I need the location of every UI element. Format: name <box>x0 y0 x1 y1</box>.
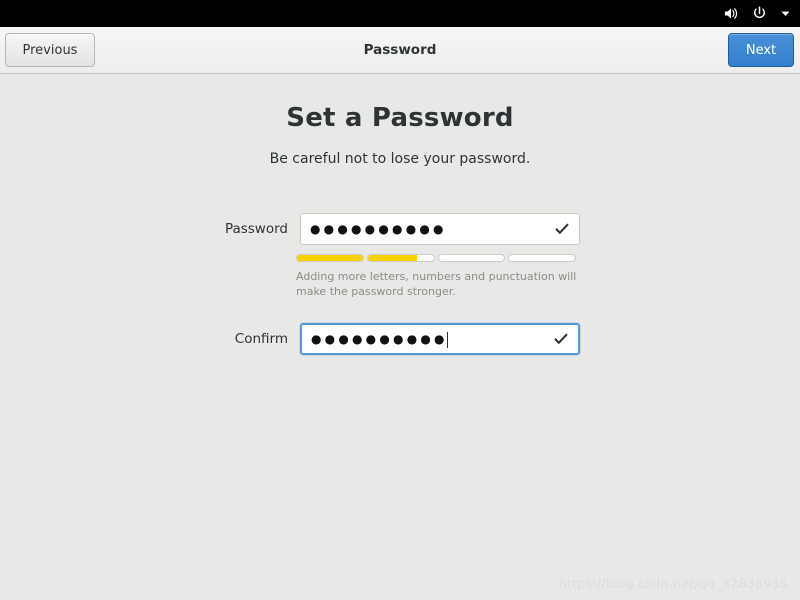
system-top-bar <box>0 0 800 27</box>
confirm-input[interactable]: ●●●●●●●●●● <box>300 323 580 355</box>
confirm-label: Confirm <box>234 331 288 347</box>
volume-icon[interactable] <box>722 5 739 22</box>
system-tray <box>722 5 791 22</box>
installer-screen: Password Previous Next Set a Password Be… <box>0 0 800 600</box>
confirm-input-value: ●●●●●●●●●● <box>311 332 448 346</box>
installer-toolbar: Password Previous Next <box>0 27 800 74</box>
password-page: Set a Password Be careful not to lose yo… <box>0 74 800 600</box>
password-label: Password <box>224 221 288 237</box>
previous-button[interactable]: Previous <box>5 33 95 67</box>
password-field-row: Password ●●●●●●●●●● <box>220 213 580 245</box>
password-strength-hint: Adding more letters, numbers and punctua… <box>296 270 577 298</box>
power-icon[interactable] <box>751 5 768 22</box>
watermark: https://blog.csdn.net/qq_32838955 <box>558 576 788 591</box>
strength-segment-1 <box>296 254 364 262</box>
check-icon <box>555 222 569 236</box>
password-strength-meter <box>296 254 576 262</box>
strength-segment-2 <box>366 254 435 262</box>
page-heading: Set a Password <box>286 103 514 133</box>
strength-segment-4 <box>508 254 576 262</box>
strength-segment-3 <box>437 254 506 262</box>
chevron-down-icon[interactable] <box>780 5 791 22</box>
confirm-field-row: Confirm ●●●●●●●●●● <box>220 323 580 355</box>
check-icon <box>554 332 568 346</box>
next-button[interactable]: Next <box>728 33 794 67</box>
page-subheading: Be careful not to lose your password. <box>269 151 531 167</box>
page-title: Password <box>363 42 437 58</box>
password-input[interactable]: ●●●●●●●●●● <box>300 213 580 245</box>
text-cursor <box>446 332 448 348</box>
strength-segment-2-fill <box>367 255 418 261</box>
strength-segment-1-fill <box>297 255 363 261</box>
password-input-value: ●●●●●●●●●● <box>310 222 447 236</box>
